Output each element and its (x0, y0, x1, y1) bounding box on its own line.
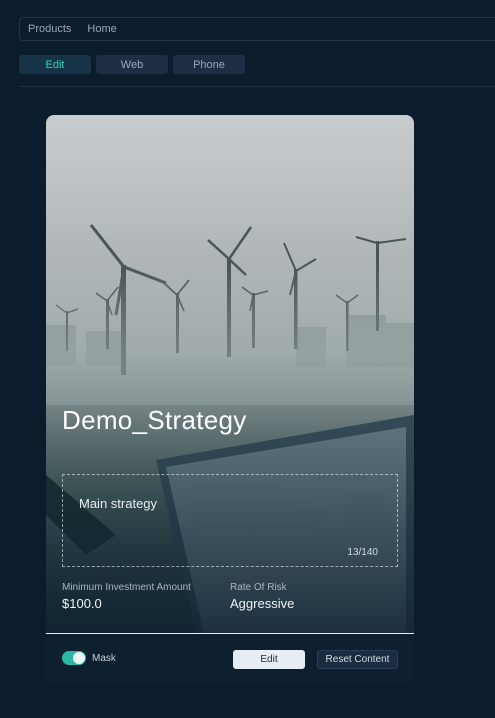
breadcrumb-home[interactable]: Home (87, 23, 116, 35)
min-investment-stat: Minimum Investment Amount $100.0 (62, 582, 191, 611)
risk-rate-label: Rate Of Risk (230, 582, 287, 593)
breadcrumb: Products Home (19, 17, 495, 41)
tab-web[interactable]: Web (96, 55, 168, 74)
tab-edit[interactable]: Edit (19, 55, 91, 74)
risk-rate-stat: Rate Of Risk Aggressive (230, 582, 294, 611)
view-tabs: Edit Web Phone (19, 55, 245, 74)
description-box[interactable]: Main strategy 13/140 (62, 474, 398, 567)
breadcrumb-products[interactable]: Products (28, 23, 71, 35)
toggle-knob (73, 652, 85, 664)
header-divider (19, 86, 495, 87)
strategy-card: Demo_Strategy Main strategy 13/140 Minim… (46, 115, 414, 685)
description-text: Main strategy (79, 496, 158, 511)
card-footer: Mask Edit Reset Content (46, 634, 414, 685)
min-investment-value: $100.0 (62, 596, 102, 611)
char-counter: 13/140 (347, 547, 378, 558)
min-investment-label: Minimum Investment Amount (62, 582, 191, 593)
reset-content-button[interactable]: Reset Content (317, 650, 398, 669)
tab-phone[interactable]: Phone (173, 55, 245, 74)
mask-label: Mask (92, 653, 116, 664)
edit-button[interactable]: Edit (233, 650, 305, 669)
risk-rate-value: Aggressive (230, 596, 295, 611)
mask-toggle[interactable] (62, 651, 86, 665)
strategy-title: Demo_Strategy (62, 405, 247, 435)
